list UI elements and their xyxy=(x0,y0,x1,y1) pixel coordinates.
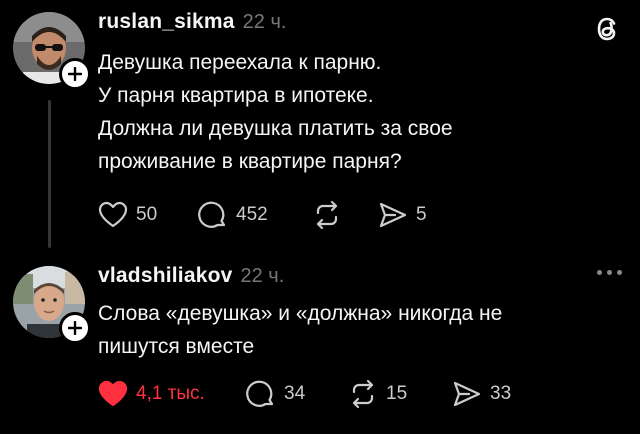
post-text-line: Должна ли девушка платить за свое xyxy=(98,117,453,140)
like-button[interactable]: 4,1 тыс. xyxy=(98,380,246,408)
avatar[interactable] xyxy=(13,12,91,90)
threads-logo-icon[interactable] xyxy=(594,14,622,49)
comment-count: 34 xyxy=(284,383,306,404)
username[interactable]: vladshiliakov xyxy=(98,264,233,288)
share-count: 5 xyxy=(416,204,427,225)
follow-plus-icon[interactable] xyxy=(59,312,91,344)
post-text-line: Слова «девушка» и «должна» никогда не xyxy=(98,302,503,325)
post-text-line: пишутся вместе xyxy=(98,335,255,358)
more-options-icon[interactable] xyxy=(597,270,622,275)
like-button[interactable]: 50 xyxy=(98,201,198,229)
like-count: 50 xyxy=(136,204,158,225)
post-text-line: проживание в квартире парня? xyxy=(98,150,402,173)
post-text-line: Девушка переехала к парню. xyxy=(98,51,382,74)
comment-button[interactable]: 452 xyxy=(198,200,312,230)
repost-icon xyxy=(316,200,338,230)
post-text: Слова «девушка» и «должна» никогда не пи… xyxy=(98,297,578,363)
post-text-line: У парня квартира в ипотеке. xyxy=(98,84,374,107)
username[interactable]: ruslan_sikma xyxy=(98,10,235,34)
share-count: 33 xyxy=(490,383,512,404)
comment-count: 452 xyxy=(236,204,268,225)
comment-icon xyxy=(198,201,226,228)
avatar[interactable] xyxy=(13,266,91,344)
share-button[interactable]: 5 xyxy=(378,201,427,229)
comment-button[interactable]: 34 xyxy=(246,379,348,409)
follow-plus-icon[interactable] xyxy=(59,58,91,90)
like-count: 4,1 тыс. xyxy=(136,383,205,404)
thread-connector-line xyxy=(48,100,51,248)
send-icon xyxy=(379,202,407,228)
repost-button[interactable] xyxy=(312,200,378,230)
comment-icon xyxy=(246,380,274,407)
heart-filled-icon xyxy=(98,380,128,407)
post-time: 22 ч. xyxy=(240,265,285,287)
repost-icon xyxy=(352,379,374,409)
share-button[interactable]: 33 xyxy=(452,380,511,408)
post-text: Девушка переехала к парню. У парня кварт… xyxy=(98,46,578,178)
repost-button[interactable]: 15 xyxy=(348,379,452,409)
send-icon xyxy=(453,381,481,407)
repost-count: 15 xyxy=(386,383,408,404)
heart-icon xyxy=(98,201,128,228)
post-time: 22 ч. xyxy=(242,11,287,33)
